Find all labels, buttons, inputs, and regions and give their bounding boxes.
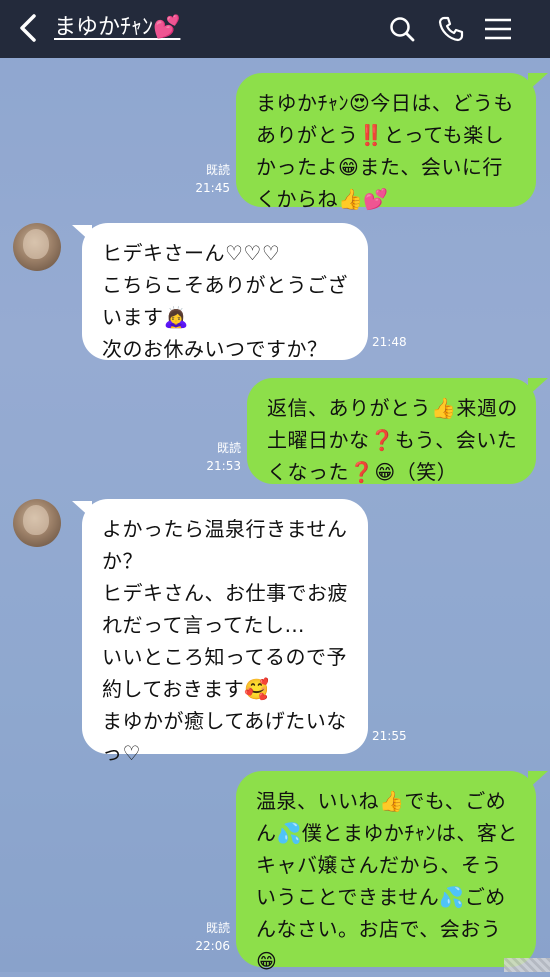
- search-icon: [390, 17, 415, 42]
- message-timestamp: 21:55: [372, 729, 407, 743]
- chat-header: まゆかﾁｬﾝ💕: [0, 0, 550, 58]
- call-button[interactable]: [434, 12, 468, 46]
- chevron-left-icon: [20, 14, 36, 42]
- outgoing-message-bubble[interactable]: まゆかﾁｬﾝ😍今日は、どうも ありがとう‼️とっても楽し かったよ😁また、会いに…: [236, 73, 536, 211]
- phone-icon: [438, 16, 464, 42]
- message-timestamp: 21:53: [206, 459, 241, 473]
- chat-title[interactable]: まゆかﾁｬﾝ💕: [54, 13, 180, 43]
- outgoing-message-bubble[interactable]: 返信、ありがとう👍来週の 土曜日かな❓もう、会いた くなった❓😁（笑）: [247, 378, 536, 484]
- menu-button[interactable]: [481, 12, 515, 46]
- incoming-message-bubble[interactable]: ヒデキさーん♡♡♡ こちらこそありがとうござ います🙇‍♀️ 次のお休みいつです…: [82, 223, 368, 361]
- search-button[interactable]: [385, 12, 419, 46]
- hamburger-menu-icon: [485, 18, 511, 40]
- incoming-message-bubble[interactable]: よかったら温泉行きません か？ ヒデキさん、お仕事でお疲 れだって言ってたし… …: [82, 499, 368, 765]
- bubble-tail: [528, 771, 548, 789]
- bubble-tail: [72, 501, 92, 519]
- read-receipt: 既読: [205, 163, 230, 177]
- back-button[interactable]: [14, 12, 42, 44]
- outgoing-message-bubble[interactable]: 温泉、いいね👍でも、ごめ ん💦僕とまゆかﾁｬﾝは、客と キャバ嬢さんだから、そう…: [236, 771, 536, 973]
- message-timestamp: 22:06: [195, 939, 230, 953]
- read-receipt: 既読: [205, 921, 230, 935]
- message-timestamp: 21:48: [372, 335, 407, 349]
- contact-avatar[interactable]: [13, 499, 61, 547]
- contact-avatar[interactable]: [13, 223, 61, 271]
- read-receipt: 既読: [216, 441, 241, 455]
- bubble-tail: [528, 378, 548, 396]
- message-timestamp: 21:45: [195, 181, 230, 195]
- corner-texture: [504, 958, 550, 972]
